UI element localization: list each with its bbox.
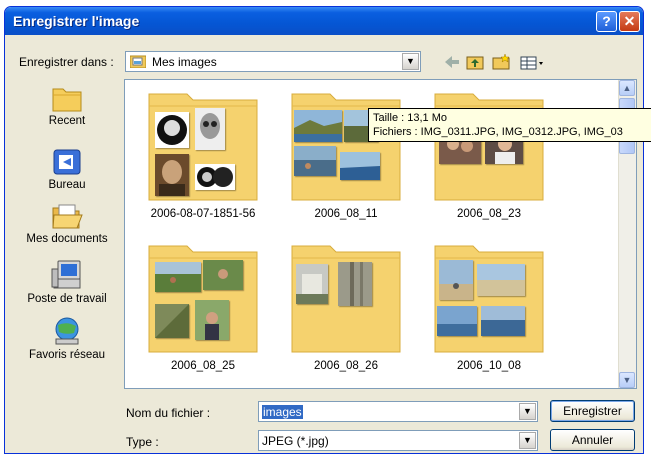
place-computer-label: Poste de travail xyxy=(27,293,107,305)
folder-item[interactable]: 2006_08_26 xyxy=(276,242,406,388)
scroll-down-icon[interactable]: ▼ xyxy=(619,372,635,388)
photo-thumbnail xyxy=(155,262,201,292)
place-documents-label: Mes documents xyxy=(26,233,108,245)
folder-open-icon xyxy=(52,204,83,229)
photo-thumbnail xyxy=(294,146,336,176)
pictures-folder-icon xyxy=(130,55,146,68)
title-bar[interactable]: Enregistrer l'image ? ✕ xyxy=(5,7,643,35)
photo-thumbnail xyxy=(195,108,225,150)
chevron-down-icon[interactable]: ▼ xyxy=(402,53,419,70)
computer-icon xyxy=(51,260,81,289)
photo-thumbnail xyxy=(203,260,243,290)
place-computer[interactable]: Poste de travail xyxy=(17,259,117,305)
photo-thumbnail xyxy=(294,110,342,142)
chevron-down-icon[interactable]: ▼ xyxy=(519,432,536,449)
folder-item[interactable]: 2006_10_08 xyxy=(419,242,549,388)
view-menu-icon[interactable] xyxy=(520,56,543,70)
photo-thumbnail xyxy=(155,154,189,196)
folder-name: 2006_08_11 xyxy=(314,208,378,220)
photo-thumbnail xyxy=(338,262,372,306)
photo-thumbnail xyxy=(195,300,229,340)
network-icon xyxy=(55,317,79,345)
folder-name: 2006_10_08 xyxy=(457,360,521,372)
save-dialog: Enregistrer l'image ? ✕ Enregistrer dans… xyxy=(4,6,644,454)
photo-thumbnail xyxy=(195,164,235,190)
toolbar xyxy=(443,52,553,72)
places-bar: Recent Bureau Mes documents Poste de tra… xyxy=(17,79,117,379)
folder-tooltip: Taille : 13,1 Mo Fichiers : IMG_0311.JPG… xyxy=(368,108,651,142)
window-title: Enregistrer l'image xyxy=(13,13,140,29)
photo-thumbnail xyxy=(155,112,189,148)
tooltip-size: Taille : 13,1 Mo xyxy=(373,112,447,124)
folder-name: 2006_08_25 xyxy=(171,360,235,372)
place-network-label: Favoris réseau xyxy=(28,349,106,361)
up-folder-icon[interactable] xyxy=(466,56,484,70)
savein-value: Mes images xyxy=(152,55,217,69)
filetype-value: JPEG (*.jpg) xyxy=(262,434,329,448)
scroll-up-icon[interactable]: ▲ xyxy=(619,80,635,96)
photo-thumbnail xyxy=(155,304,189,338)
folder-item[interactable]: 2006_08_25 xyxy=(133,242,263,388)
photo-thumbnail xyxy=(437,306,477,336)
place-desktop-label: Bureau xyxy=(48,179,86,191)
folder-item[interactable]: 2006-08-07-1851-56 xyxy=(133,90,263,240)
photo-thumbnail xyxy=(340,152,380,180)
close-button[interactable]: ✕ xyxy=(619,11,640,32)
photo-thumbnail xyxy=(439,260,473,300)
filename-value: images xyxy=(262,405,303,419)
place-network[interactable]: Favoris réseau xyxy=(17,315,117,361)
filetype-select[interactable]: JPEG (*.jpg) ▼ xyxy=(258,430,538,451)
place-recent[interactable]: Recent xyxy=(17,83,117,127)
folder-name: 2006_08_26 xyxy=(314,360,378,372)
help-button[interactable]: ? xyxy=(596,11,617,32)
filetype-label: Type : xyxy=(126,435,159,449)
folder-clock-icon xyxy=(52,88,82,112)
cancel-button[interactable]: Annuler xyxy=(550,429,635,451)
new-folder-icon[interactable] xyxy=(492,53,510,70)
photo-thumbnail xyxy=(296,264,328,304)
tooltip-files: Fichiers : IMG_0311.JPG, IMG_0312.JPG, I… xyxy=(373,126,623,138)
desktop-icon xyxy=(53,149,81,175)
folder-name: 2006-08-07-1851-56 xyxy=(150,208,256,220)
place-documents[interactable]: Mes documents xyxy=(17,201,117,245)
savein-label: Enregistrer dans : xyxy=(19,55,114,69)
photo-thumbnail xyxy=(481,306,525,336)
save-button[interactable]: Enregistrer xyxy=(550,400,635,422)
back-icon[interactable] xyxy=(445,56,459,68)
place-desktop[interactable]: Bureau xyxy=(17,147,117,191)
chevron-down-icon[interactable]: ▼ xyxy=(519,403,536,420)
place-recent-label: Recent xyxy=(48,115,86,127)
folder-name: 2006_08_23 xyxy=(457,208,521,220)
filename-input[interactable]: images ▼ xyxy=(258,401,538,422)
photo-thumbnail xyxy=(477,264,525,296)
filename-label: Nom du fichier : xyxy=(126,406,211,420)
savein-dropdown[interactable]: Mes images ▼ xyxy=(125,51,421,72)
